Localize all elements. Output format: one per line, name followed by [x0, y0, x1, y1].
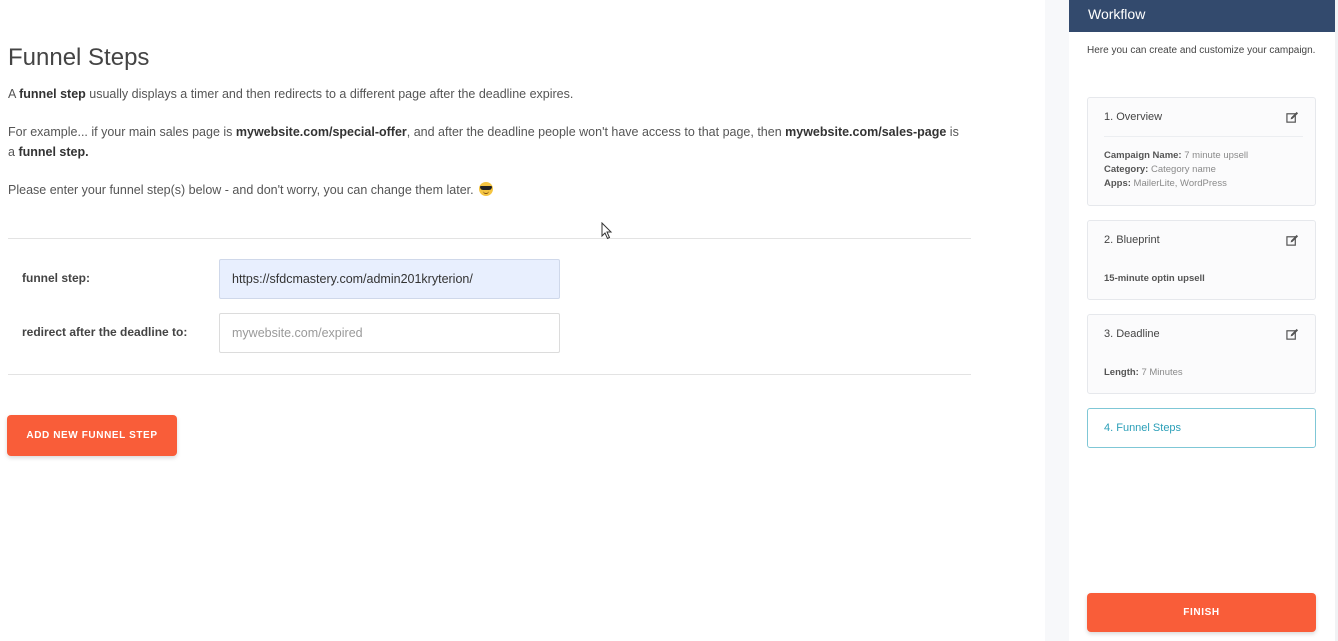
edit-icon[interactable]	[1286, 234, 1299, 247]
length-line: Length: 7 Minutes	[1104, 367, 1183, 378]
finish-button[interactable]: FINISH	[1087, 593, 1316, 632]
redirect-label: redirect after the deadline to:	[22, 325, 188, 339]
main-content: Funnel Steps A funnel step usually displ…	[0, 0, 1045, 641]
workflow-card-funnel-steps[interactable]: 4. Funnel Steps	[1087, 408, 1316, 448]
example-bold2: mywebsite.com/sales-page	[785, 125, 947, 139]
sidebar-gutter	[1045, 0, 1069, 641]
redirect-input[interactable]	[219, 313, 560, 353]
instruction-label: Please enter your funnel step(s) below -…	[8, 183, 474, 197]
example-bold1: mywebsite.com/special-offer	[235, 125, 407, 139]
sunglasses-emoji-icon	[479, 182, 494, 196]
campaign-name-line: Campaign Name: 7 minute upsell	[1104, 150, 1248, 161]
length-label: Length:	[1104, 367, 1139, 378]
campaign-name-label: Campaign Name:	[1104, 150, 1182, 161]
card-title: 1. Overview	[1104, 111, 1163, 123]
edit-icon[interactable]	[1286, 111, 1299, 124]
workflow-sidebar: Workflow Here you can create and customi…	[1069, 0, 1335, 641]
blueprint-line: 15-minute optin upsell	[1104, 273, 1205, 284]
category-value: Category name	[1148, 164, 1216, 175]
campaign-name-value: 7 minute upsell	[1181, 150, 1249, 161]
workflow-card-deadline[interactable]: 3. Deadline Length: 7 Minutes	[1087, 314, 1316, 394]
sidebar-intro: Here you can create and customize your c…	[1087, 45, 1316, 56]
category-line: Category: Category name	[1104, 164, 1216, 175]
funnel-step-input[interactable]	[219, 259, 560, 299]
example-text: For example... if your main sales page i…	[8, 122, 968, 162]
example-bold3: funnel step.	[18, 145, 89, 159]
example-part1: For example... if your main sales page i…	[8, 125, 236, 139]
intro-prefix: A	[8, 87, 20, 101]
sidebar-header: Workflow	[1069, 0, 1335, 32]
apps-value: MailerLite, WordPress	[1130, 178, 1227, 189]
divider-top	[8, 238, 971, 239]
page-title: Funnel Steps	[8, 44, 150, 71]
divider-bottom	[8, 374, 971, 375]
instruction-text: Please enter your funnel step(s) below -…	[8, 180, 968, 200]
edit-icon[interactable]	[1286, 328, 1299, 341]
card-title: 3. Deadline	[1104, 328, 1160, 340]
intro-text: A funnel step usually displays a timer a…	[8, 84, 968, 104]
workflow-card-blueprint[interactable]: 2. Blueprint 15-minute optin upsell	[1087, 220, 1316, 300]
category-label: Category:	[1104, 164, 1149, 175]
length-value: 7 Minutes	[1138, 367, 1183, 378]
intro-suffix: usually displays a timer and then redire…	[85, 87, 574, 101]
mouse-cursor-icon	[601, 222, 613, 240]
add-funnel-step-button[interactable]: ADD NEW FUNNEL STEP	[7, 415, 177, 456]
card-title: 2. Blueprint	[1104, 234, 1160, 246]
card-divider	[1104, 136, 1303, 137]
intro-bold: funnel step	[19, 87, 86, 101]
apps-line: Apps: MailerLite, WordPress	[1104, 178, 1227, 189]
workflow-card-overview[interactable]: 1. Overview Campaign Name: 7 minute upse…	[1087, 97, 1316, 206]
apps-label: Apps:	[1104, 178, 1131, 189]
blueprint-value: 15-minute optin upsell	[1104, 273, 1205, 284]
funnel-step-label: funnel step:	[22, 271, 90, 285]
card-title-active: 4. Funnel Steps	[1104, 422, 1182, 434]
example-part2: , and after the deadline people won't ha…	[406, 125, 786, 139]
